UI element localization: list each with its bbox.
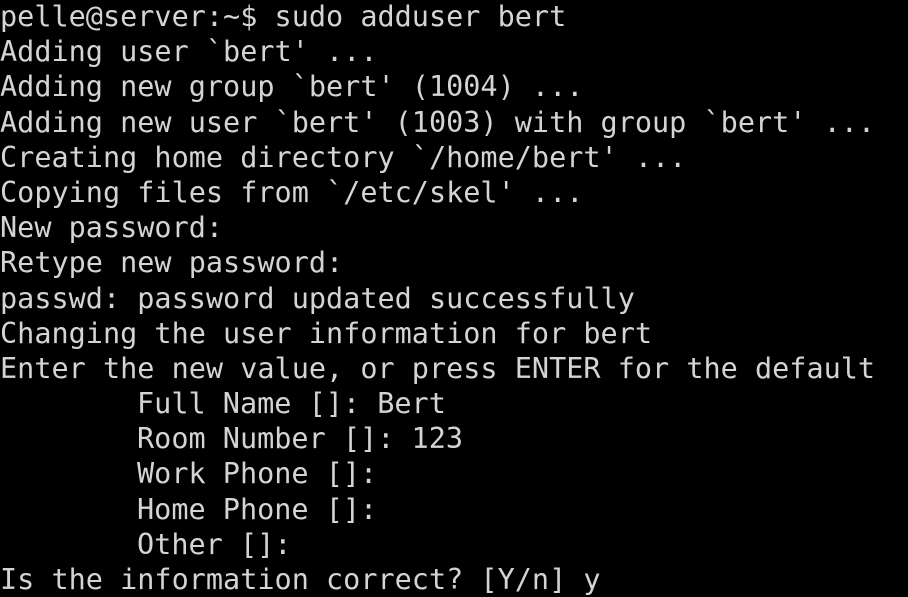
output-line-copying-files: Copying files from `/etc/skel' ... bbox=[0, 175, 584, 209]
field-full-name: Full Name []: Bert bbox=[137, 387, 446, 421]
field-other: Other []: bbox=[137, 527, 292, 561]
output-line-adding-new-user: Adding new user `bert' (1003) with group… bbox=[0, 105, 876, 139]
output-changing-user-info: Changing the user information for bert bbox=[0, 316, 653, 350]
prompt-new-password: New password: bbox=[0, 211, 224, 245]
output-line-adding-group: Adding new group `bert' (1004) ... bbox=[0, 70, 584, 104]
output-enter-new-value: Enter the new value, or press ENTER for … bbox=[0, 351, 876, 385]
command-prompt-line: pelle@server:~$ sudo adduser bert bbox=[0, 0, 567, 33]
terminal-window[interactable]: pelle@server:~$ sudo adduser bert Adding… bbox=[0, 0, 908, 596]
output-line-adding-user: Adding user `bert' ... bbox=[0, 35, 378, 69]
output-password-updated: passwd: password updated successfully bbox=[0, 281, 635, 315]
prompt-retype-password: Retype new password: bbox=[0, 246, 344, 280]
field-work-phone: Work Phone []: bbox=[137, 457, 378, 491]
output-line-creating-home: Creating home directory `/home/bert' ... bbox=[0, 140, 687, 174]
confirm-prompt-line: Is the information correct? [Y/n] y bbox=[0, 563, 601, 596]
field-room-number: Room Number []: 123 bbox=[137, 422, 464, 456]
field-home-phone: Home Phone []: bbox=[137, 492, 378, 526]
